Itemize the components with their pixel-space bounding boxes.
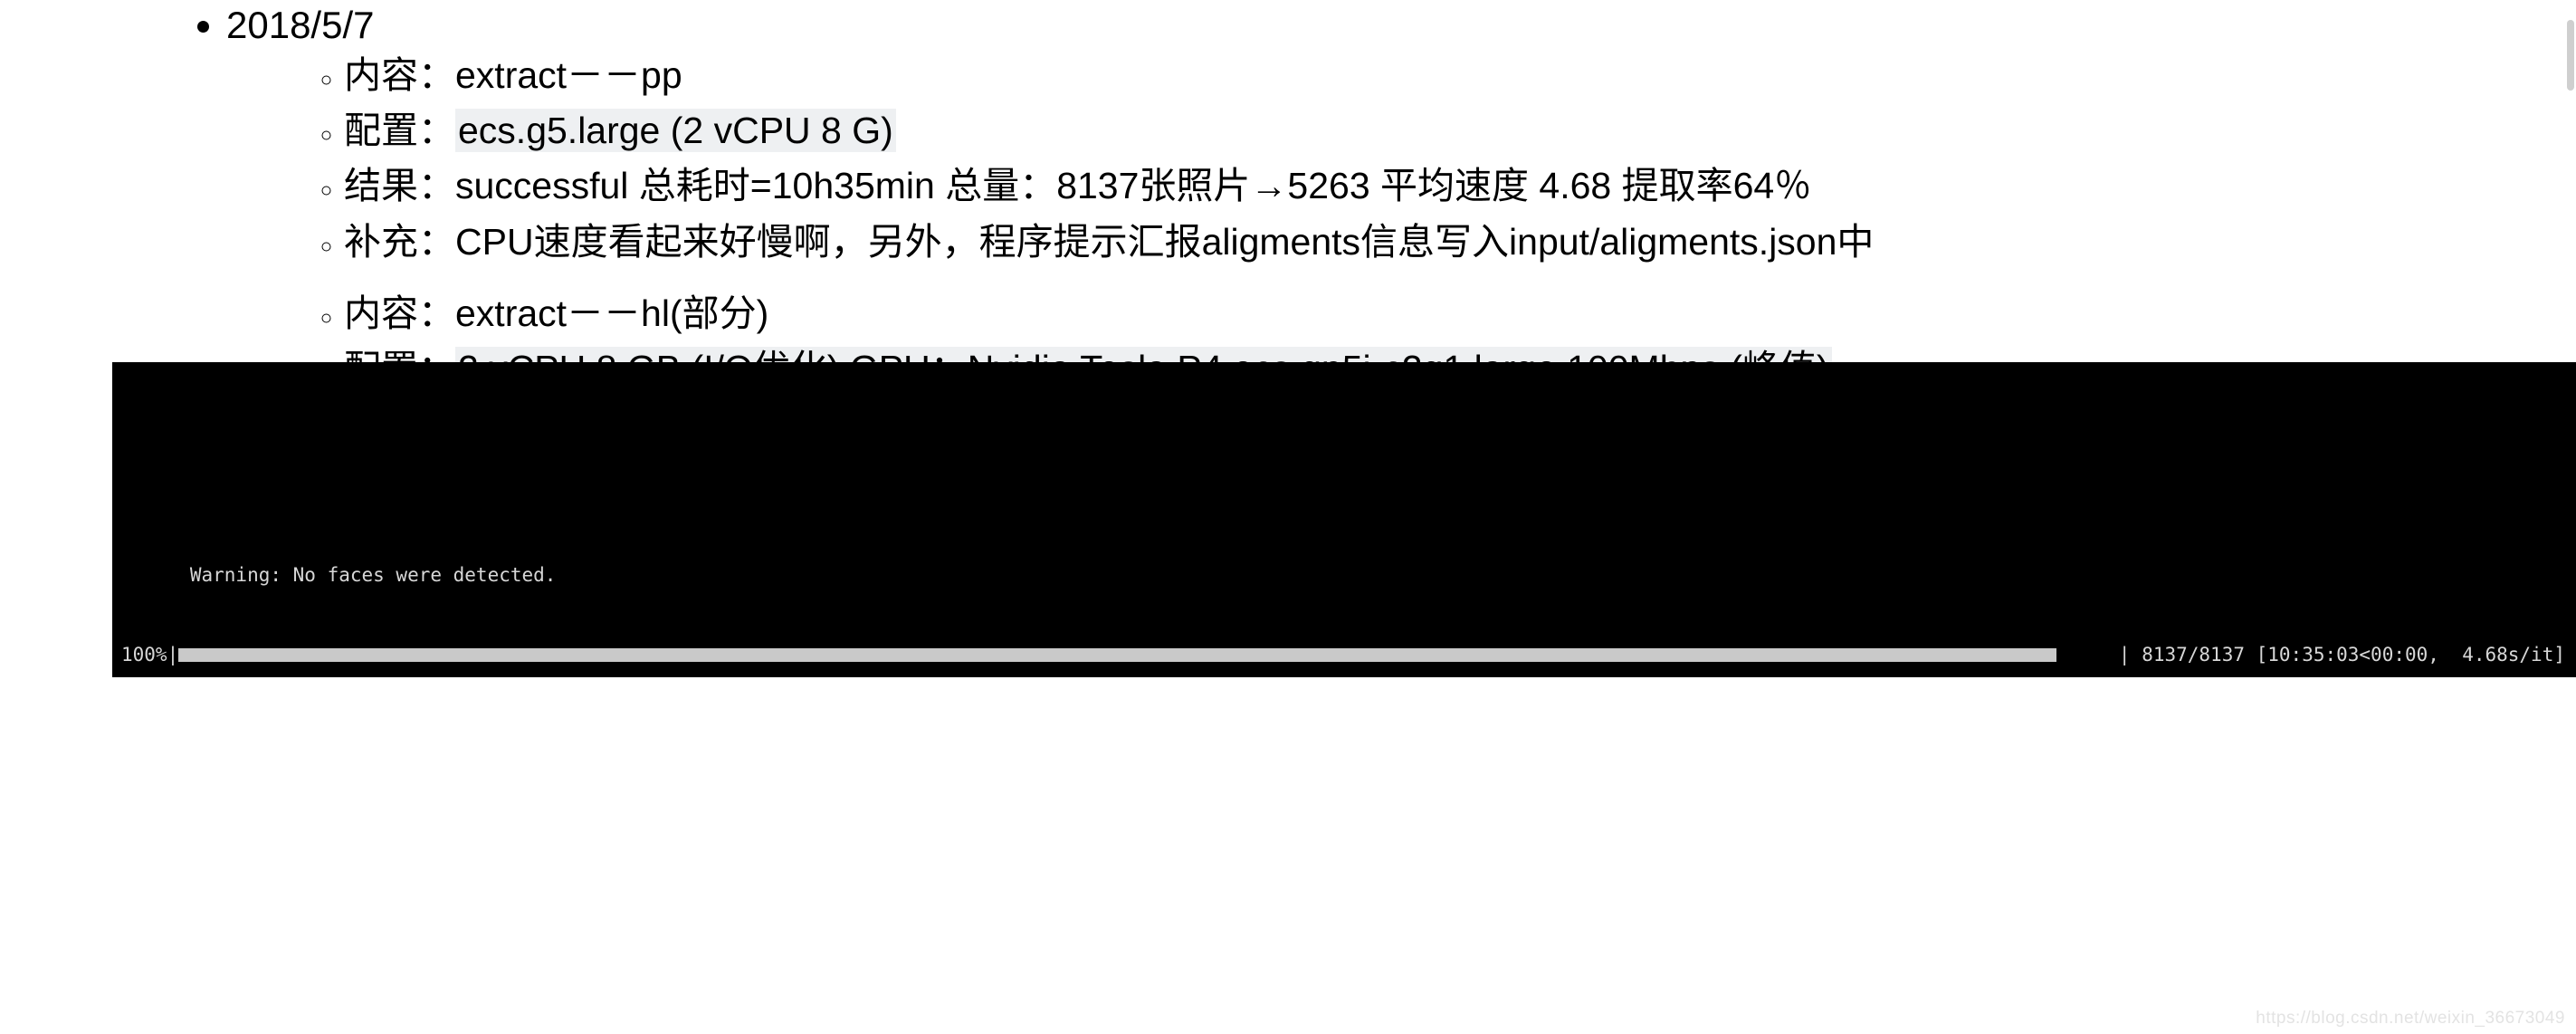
terminal-screenshot: 100%| 8137/8137 [10:35:02<00:01, 4.68s/i… (112, 362, 2576, 677)
date-heading: 2018/5/7 (226, 4, 375, 46)
entry1-result-label: 结果： (344, 165, 455, 207)
entry1-result-item: 结果：successful 总耗时=10h35min 总量：8137张照片→52… (344, 159, 2576, 212)
entry1-config-item: 配置：ecs.g5.large (2 vCPU 8 G) (344, 104, 2576, 157)
date-heading-item: 2018/5/7 内容：extract－－pp 配置：ecs.g5.large … (226, 0, 2576, 268)
entry2-content-value: extract－－hl(部分) (455, 292, 769, 334)
entry1-supplement-item: 补充：CPU速度看起来好慢啊，另外，程序提示汇报aligments信息写入inp… (344, 215, 2576, 268)
entry1-config-label: 配置： (344, 110, 455, 152)
terminal-clipped-topline: 100%| 8137/8137 [10:35:02<00:01, 4.68s/i… (112, 443, 2576, 455)
progress-stat: | 8137/8137 [10:35:03<00:00, 4.68s/it] (2118, 644, 2565, 665)
entry1-supplement-label: 补充： (344, 220, 455, 263)
watermark: https://blog.csdn.net/weixin_36673049 (2256, 1009, 2565, 1028)
terminal-progress-row: 100%| | 8137/8137 [10:35:03<00:00, 4.68s… (112, 642, 2576, 669)
terminal-line-warning: Warning: No faces were detected. (112, 535, 2576, 586)
warning-text: Warning: No faces were detected. (189, 563, 557, 586)
entry1-config-value: ecs.g5.large (2 vCPU 8 G) (455, 109, 896, 153)
entry2-content-item: 内容：extract－－hl(部分) (344, 287, 2576, 340)
entry1-result-value: successful 总耗时=10h35min 总量：8137张照片→5263 … (455, 165, 1812, 207)
entry2-content-label: 内容： (344, 292, 455, 334)
progress-bar (178, 647, 2057, 662)
outline-level1: 2018/5/7 内容：extract－－pp 配置：ecs.g5.large … (0, 0, 2576, 268)
outline-level2-first: 内容：extract－－pp 配置：ecs.g5.large (2 vCPU 8… (226, 49, 2576, 268)
entry1-supplement-value: CPU速度看起来好慢啊，另外，程序提示汇报aligments信息写入input/… (455, 220, 1875, 263)
progress-label: 100%| (121, 644, 179, 665)
page-root: 2018/5/7 内容：extract－－pp 配置：ecs.g5.large … (0, 0, 2576, 1034)
entry1-content-value: extract－－pp (455, 54, 682, 97)
entry1-content-label: 内容： (344, 54, 455, 97)
scrollbar-thumb[interactable] (2567, 20, 2574, 91)
entry1-content-item: 内容：extract－－pp (344, 49, 2576, 101)
